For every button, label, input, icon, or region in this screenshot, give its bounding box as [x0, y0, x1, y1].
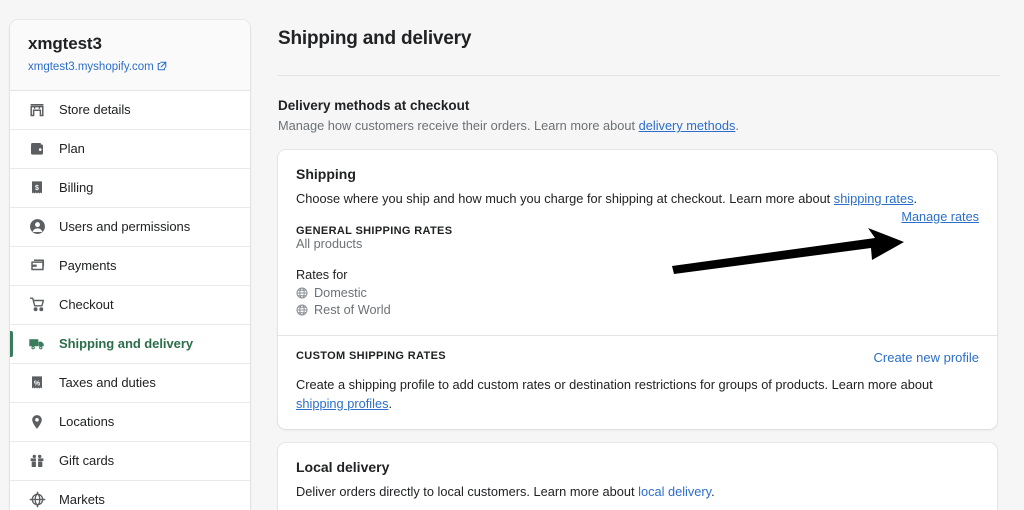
truck-icon [28, 335, 46, 353]
shipping-rates-link[interactable]: shipping rates [834, 191, 914, 206]
delivery-methods-desc-post: . [735, 118, 739, 133]
sidebar-item-label: Taxes and duties [59, 375, 156, 390]
sidebar-nav: Store details Plan $ Billing Users and p… [10, 91, 250, 510]
gift-icon [28, 452, 46, 470]
storefront-icon [28, 101, 46, 119]
sidebar-item-gift-cards[interactable]: Gift cards [10, 442, 250, 481]
sidebar-item-billing[interactable]: $ Billing [10, 169, 250, 208]
manage-rates-link[interactable]: Manage rates [901, 210, 979, 224]
sidebar-item-label: Shipping and delivery [59, 336, 194, 351]
shipping-card: Shipping Choose where you ship and how m… [278, 149, 997, 430]
globe-target-icon [28, 491, 46, 509]
sidebar-item-label: Gift cards [59, 453, 115, 468]
page-title: Shipping and delivery [278, 28, 472, 49]
rate-row: Domestic [296, 286, 979, 300]
local-delivery-card: Local delivery Deliver orders directly t… [278, 443, 997, 510]
receipt-percent-icon: % [28, 374, 46, 392]
store-url-label: xmgtest3.myshopify.com [28, 61, 154, 73]
sidebar-item-label: Billing [59, 180, 94, 195]
shipping-desc-post: . [913, 190, 918, 206]
delivery-methods-description: Manage how customers receive their order… [278, 117, 1024, 136]
receipt-dollar-icon: $ [28, 179, 46, 197]
main-content: Shipping and delivery Delivery methods a… [278, 0, 1024, 510]
rate-row: Rest of World [296, 303, 979, 317]
globe-icon [296, 287, 308, 299]
delivery-methods-link[interactable]: delivery methods [639, 118, 736, 133]
rate-label: Rest of World [314, 302, 391, 317]
sidebar-item-plan[interactable]: Plan [10, 130, 250, 169]
store-name: xmgtest3 [28, 34, 102, 53]
local-delivery-link[interactable]: local delivery [638, 484, 711, 499]
rates-for-block: Rates for Domestic Rest of World [296, 268, 979, 317]
delivery-methods-desc-pre: Manage how customers receive their order… [278, 118, 639, 133]
delivery-methods-section-header: Delivery methods at checkout Manage how … [278, 98, 1024, 136]
custom-shipping-rates-description: Create a shipping profile to add custom … [296, 375, 976, 413]
sidebar-item-store-details[interactable]: Store details [10, 91, 250, 130]
location-pin-icon [28, 413, 46, 431]
globe-icon [296, 304, 308, 316]
svg-text:%: % [34, 380, 41, 387]
svg-text:$: $ [35, 185, 39, 192]
settings-sidebar: xmgtest3 xmgtest3.myshopify.com Store de… [10, 20, 250, 510]
shipping-card-title: Shipping [296, 165, 356, 182]
sidebar-item-payments[interactable]: Payments [10, 247, 250, 286]
delivery-methods-title: Delivery methods at checkout [278, 98, 470, 113]
sidebar-item-label: Payments [59, 258, 117, 273]
custom-desc-post: . [388, 395, 393, 411]
payment-card-icon [28, 257, 46, 275]
sidebar-item-label: Locations [59, 414, 115, 429]
sidebar-item-checkout[interactable]: Checkout [10, 286, 250, 325]
general-shipping-rates-subtitle: All products [296, 236, 363, 251]
rate-label: Domestic [314, 285, 367, 300]
person-circle-icon [28, 218, 46, 236]
sidebar-item-users-and-permissions[interactable]: Users and permissions [10, 208, 250, 247]
sidebar-item-label: Checkout [59, 297, 114, 312]
sidebar-item-locations[interactable]: Locations [10, 403, 250, 442]
custom-shipping-rates-section: CUSTOM SHIPPING RATES Create new profile… [278, 336, 997, 429]
wallet-icon [28, 140, 46, 158]
header-divider [278, 75, 1000, 76]
general-shipping-rates-block: GENERAL SHIPPING RATES All products [296, 225, 979, 251]
local-delivery-description: Deliver orders directly to local custome… [296, 482, 979, 501]
shipping-profiles-link[interactable]: shipping profiles [296, 396, 388, 411]
local-delivery-desc-post: . [711, 484, 715, 500]
local-delivery-title: Local delivery [296, 459, 390, 476]
custom-shipping-rates-eyebrow: CUSTOM SHIPPING RATES [296, 349, 446, 362]
custom-desc-pre: Create a shipping profile to add custom … [296, 376, 933, 392]
external-link-icon [157, 61, 167, 74]
local-delivery-card-body: Local delivery Deliver orders directly t… [278, 443, 997, 510]
local-delivery-desc-pre: Deliver orders directly to local custome… [296, 484, 639, 500]
shipping-card-body: Shipping Choose where you ship and how m… [278, 150, 997, 335]
store-url-link[interactable]: xmgtest3.myshopify.com [28, 61, 167, 74]
sidebar-item-taxes-and-duties[interactable]: % Taxes and duties [10, 364, 250, 403]
sidebar-item-label: Markets [59, 492, 105, 507]
custom-shipping-rates-header: CUSTOM SHIPPING RATES Create new profile [296, 350, 979, 365]
general-shipping-rates-eyebrow: GENERAL SHIPPING RATES [296, 224, 453, 237]
store-header: xmgtest3 xmgtest3.myshopify.com [10, 20, 250, 91]
sidebar-item-label: Plan [59, 141, 85, 156]
sidebar-item-shipping-and-delivery[interactable]: Shipping and delivery [10, 324, 250, 364]
shopping-cart-icon [28, 296, 46, 314]
sidebar-item-markets[interactable]: Markets [10, 481, 250, 510]
sidebar-item-label: Store details [59, 102, 131, 117]
sidebar-item-label: Users and permissions [59, 219, 191, 234]
shipping-desc-pre: Choose where you ship and how much you c… [296, 190, 834, 206]
create-new-profile-link[interactable]: Create new profile [874, 350, 980, 365]
shipping-card-description: Choose where you ship and how much you c… [296, 189, 979, 208]
rates-for-label: Rates for [296, 267, 348, 282]
